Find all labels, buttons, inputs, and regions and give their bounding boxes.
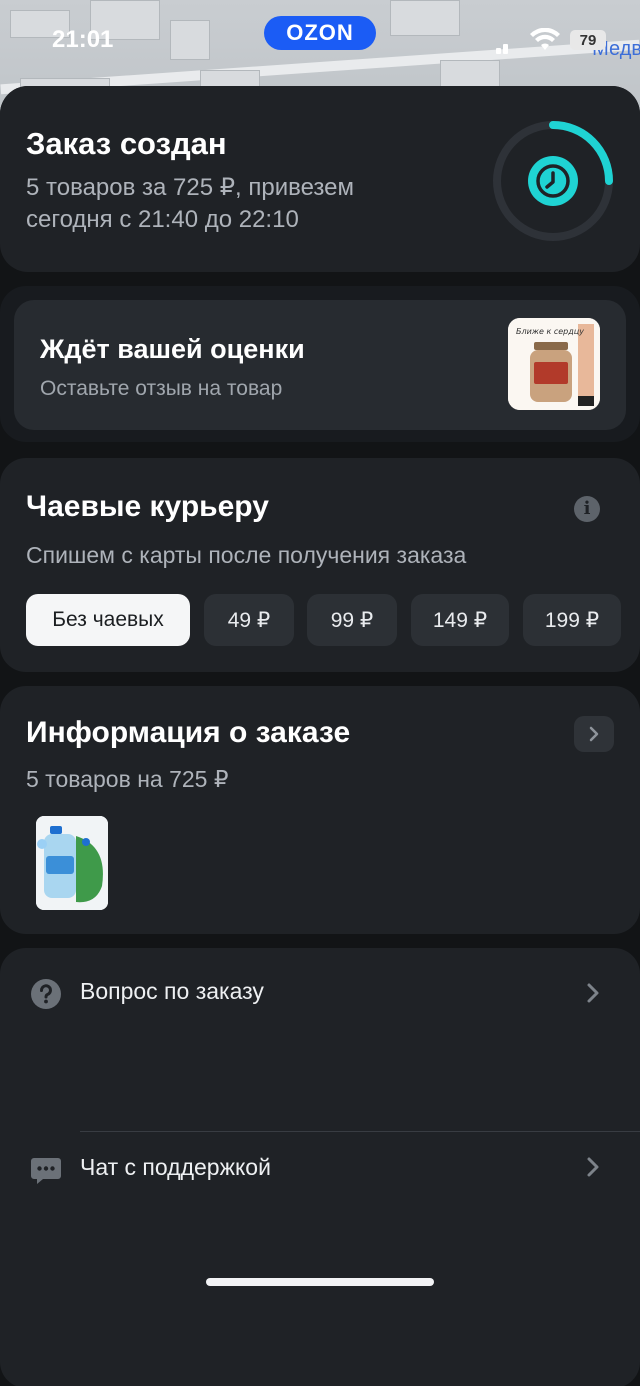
status-bar: 21:01 OZON 79 [0,0,640,80]
courier-tips-card: Чаевые курьеру i Спишем с карты после по… [0,458,640,672]
order-status-subtitle: 5 товаров за 725 ₽, привезем сегодня с 2… [26,174,354,233]
wifi-icon [530,28,560,50]
order-screen: Медв 21:01 OZON 79 Заказ создан 5 товаро… [0,0,640,1386]
review-card[interactable]: Ждёт вашей оценки Оставьте отзыв на това… [14,300,626,430]
product-thumbnail-coffee[interactable]: Ближе к сердцу [508,318,600,410]
review-title: Ждёт вашей оценки [40,334,305,364]
review-section: Ждёт вашей оценки Оставьте отзыв на това… [0,286,640,442]
divider [80,1131,640,1132]
thumb-caption: Ближе к сердцу [516,327,584,336]
ozon-logo[interactable]: OZON [264,16,376,50]
order-question-label: Вопрос по заказу [80,978,264,1004]
tip-option-199[interactable]: 199 ₽ [523,594,621,646]
tip-option-99[interactable]: 99 ₽ [307,594,397,646]
question-icon [31,979,61,1009]
order-info-title: Информация о заказе [26,716,351,749]
tip-option-49[interactable]: 49 ₽ [204,594,294,646]
tips-title: Чаевые курьеру [26,490,269,523]
order-sheet: Заказ создан 5 товаров за 725 ₽, привезе… [0,86,640,1386]
status-time: 21:01 [52,26,114,53]
order-question-row[interactable]: Вопрос по заказу [0,948,640,1038]
order-status-title: Заказ создан [26,126,227,161]
order-info-subtitle: 5 товаров на 725 ₽ [26,766,229,792]
tip-option-none[interactable]: Без чаевых [26,594,190,646]
signal-icon [496,36,517,54]
tips-subtitle: Спишем с карты после получения заказа [26,542,467,568]
chevron-right-icon [587,983,599,1003]
battery-indicator: 79 [570,30,606,50]
review-subtitle: Оставьте отзыв на товар [40,377,283,400]
tip-option-149[interactable]: 149 ₽ [411,594,509,646]
order-info-open-button[interactable] [574,716,614,752]
chat-icon [31,1158,61,1184]
chevron-right-icon [589,726,599,742]
product-thumbnail-water[interactable] [36,816,108,910]
clock-icon [528,156,578,206]
support-chat-row[interactable]: Чат с поддержкой [0,1134,640,1224]
order-info-card[interactable]: Информация о заказе 5 товаров на 725 ₽ [0,686,640,934]
info-icon[interactable]: i [574,496,600,522]
support-chat-label: Чат с поддержкой [80,1154,271,1180]
order-status-card: Заказ создан 5 товаров за 725 ₽, привезе… [0,86,640,272]
chevron-right-icon [587,1157,599,1177]
tip-options: Без чаевых 49 ₽ 99 ₽ 149 ₽ 199 ₽ [26,594,640,646]
home-indicator[interactable] [206,1278,434,1286]
delivery-progress-ring [493,121,613,241]
support-actions-card: Вопрос по заказу Чат с поддержкой [0,948,640,1386]
